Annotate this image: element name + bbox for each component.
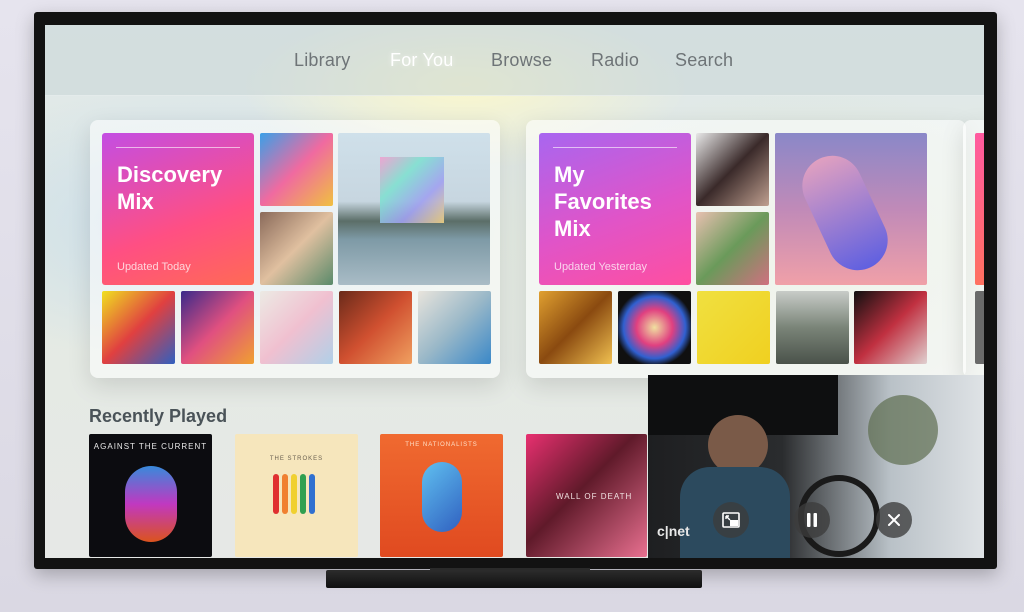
album-art-text: THE STROKES — [269, 456, 324, 462]
recent-album[interactable]: THE STROKES — [235, 434, 358, 557]
tv-stand — [326, 570, 702, 588]
recent-album[interactable]: AGAINST THE CURRENT — [89, 434, 212, 557]
mix-updated: Updated Yesterday — [554, 261, 647, 273]
pip-tree — [868, 395, 938, 465]
album-art[interactable] — [696, 212, 769, 285]
album-art-stripe — [273, 474, 279, 514]
recently-played-heading: Recently Played — [89, 406, 228, 426]
pip-driver-head — [708, 415, 768, 475]
restore-window-button[interactable] — [713, 502, 749, 538]
recent-album[interactable]: WALL OF DEATH — [526, 434, 647, 557]
album-art[interactable] — [618, 291, 691, 364]
tab-library[interactable]: Library — [294, 50, 350, 71]
tab-for-you[interactable]: For You — [390, 50, 453, 71]
mix-updated: Updated Today — [117, 261, 191, 273]
album-art-text: WALL OF DEATH — [556, 492, 633, 501]
album-art-stripe — [282, 474, 288, 514]
mix-title: Discovery Mix — [117, 162, 223, 214]
album-art[interactable] — [338, 133, 490, 285]
album-art[interactable] — [102, 291, 175, 364]
recent-album[interactable]: THE NATIONALISTS — [380, 434, 503, 557]
tab-search[interactable]: Search — [675, 50, 733, 71]
next-mix-card[interactable] — [963, 120, 984, 378]
album-art[interactable] — [418, 291, 491, 364]
album-art[interactable] — [975, 133, 984, 285]
album-art[interactable] — [854, 291, 927, 364]
top-navigation: Library For You Browse Radio Search — [45, 25, 984, 96]
album-art-stripe — [300, 474, 306, 514]
discovery-mix-tile[interactable]: Discovery Mix Updated Today — [102, 133, 254, 285]
album-art[interactable] — [260, 291, 333, 364]
album-art[interactable] — [339, 291, 412, 364]
album-art[interactable] — [775, 133, 927, 285]
album-art-flower — [792, 145, 898, 281]
favorites-mix-tile[interactable]: My Favorites Mix Updated Yesterday — [539, 133, 691, 285]
discovery-mix-card[interactable]: Discovery Mix Updated Today — [90, 120, 500, 378]
tv-screen: Library For You Browse Radio Search Disc… — [45, 25, 984, 558]
album-art[interactable] — [539, 291, 612, 364]
album-art[interactable] — [697, 291, 770, 364]
album-art[interactable] — [696, 133, 769, 206]
close-icon — [888, 514, 900, 526]
restore-window-icon — [722, 512, 740, 528]
mix-title: My Favorites Mix — [554, 162, 652, 241]
album-art-stripe — [309, 474, 315, 514]
cnet-watermark: c|net — [657, 523, 690, 539]
album-art[interactable] — [260, 212, 333, 285]
tab-radio[interactable]: Radio — [591, 50, 639, 71]
mix-divider — [553, 147, 677, 148]
album-art-ribcage — [125, 466, 177, 542]
mix-divider — [116, 147, 240, 148]
album-art[interactable] — [181, 291, 254, 364]
album-art[interactable] — [776, 291, 849, 364]
album-art-cube — [380, 157, 444, 223]
pause-icon — [807, 513, 817, 527]
album-art[interactable] — [975, 291, 984, 364]
album-art-text: AGAINST THE CURRENT — [93, 442, 208, 451]
pause-button[interactable] — [794, 502, 830, 538]
favorites-mix-card[interactable]: My Favorites Mix Updated Yesterday — [526, 120, 966, 378]
album-art-text: THE NATIONALISTS — [405, 442, 478, 448]
tab-browse[interactable]: Browse — [491, 50, 552, 71]
close-button[interactable] — [876, 502, 912, 538]
album-art-stripe — [291, 474, 297, 514]
album-art-face — [422, 462, 462, 532]
album-art[interactable] — [260, 133, 333, 206]
